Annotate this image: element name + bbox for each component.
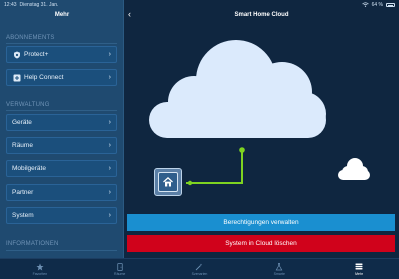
tab-label: Mehr xyxy=(355,271,364,276)
chevron-right-icon: › xyxy=(108,165,111,172)
flask-icon xyxy=(275,262,284,271)
sidebar-item-protect[interactable]: Protect+ › xyxy=(6,46,117,63)
status-bar: 12:43 Dienstag 31. Jan. 64 % xyxy=(0,0,399,10)
sidebar-item-help-connect[interactable]: Help Connect › xyxy=(6,69,117,86)
sidebar-item-geraete[interactable]: Geräte › xyxy=(6,114,117,131)
shield-icon xyxy=(12,50,21,59)
sidebar-item-label: System xyxy=(12,212,34,219)
tab-label: Favoriten xyxy=(32,271,48,276)
chevron-right-icon: › xyxy=(108,142,111,149)
sidebar-item-raeume[interactable]: Räume › xyxy=(6,137,117,154)
sidebar-item-label: Partner xyxy=(12,189,34,196)
sidebar-item-mobilgeraete[interactable]: Mobilgeräte › xyxy=(6,160,117,177)
sidebar-item-label: Protect+ xyxy=(24,51,49,58)
star-icon xyxy=(35,263,44,271)
connector-dot xyxy=(187,180,193,186)
rooms-icon xyxy=(115,262,124,271)
connector-dot xyxy=(239,147,245,153)
cloud-small xyxy=(338,158,370,180)
wifi-icon xyxy=(361,1,369,9)
status-time: 12:43 xyxy=(4,2,17,8)
more-icon xyxy=(355,263,364,271)
manage-permissions-button[interactable]: Berechtigungen verwalten xyxy=(127,214,395,231)
wand-icon xyxy=(195,263,204,271)
section-abonnements: ABONNEMENTS xyxy=(6,35,55,41)
section-informationen: INFORMATIONEN xyxy=(6,241,59,247)
divider xyxy=(6,43,117,44)
chevron-right-icon: › xyxy=(108,189,111,196)
tab-label: Smarte xyxy=(273,271,285,276)
battery-percent: 64 % xyxy=(371,2,383,8)
page-title: Smart Home Cloud xyxy=(234,12,289,18)
tab-label: Szenarien xyxy=(191,271,208,276)
tab-favoriten[interactable]: Favoriten xyxy=(0,259,80,279)
sidebar-item-label: Mobilgeräte xyxy=(12,165,46,172)
divider xyxy=(6,110,117,111)
status-date: Dienstag 31. Jan. xyxy=(19,2,59,8)
sidebar-item-label: Räume xyxy=(12,142,33,149)
cloud-large xyxy=(149,40,326,138)
help-plus-icon xyxy=(12,73,21,82)
tab-smarte[interactable]: Smarte xyxy=(239,259,319,279)
home-icon xyxy=(158,172,178,192)
chevron-right-icon: › xyxy=(108,74,111,81)
chevron-right-icon: › xyxy=(108,212,111,219)
divider xyxy=(6,250,117,251)
sidebar: Mehr ABONNEMENTS Protect+ › Help Connect… xyxy=(0,0,124,258)
chevron-right-icon: › xyxy=(108,119,111,126)
delete-system-cloud-button[interactable]: System in Cloud löschen xyxy=(127,235,395,252)
sidebar-item-system[interactable]: System › xyxy=(6,207,117,224)
tab-bar: Favoriten Räume Szenarien Smarte Mehr xyxy=(0,258,399,279)
sidebar-item-partner[interactable]: Partner › xyxy=(6,184,117,201)
battery-icon xyxy=(386,3,395,7)
sidebar-item-label: Geräte xyxy=(12,119,32,126)
controller-tile xyxy=(154,168,182,196)
sidebar-item-label: Help Connect xyxy=(24,74,64,81)
chevron-right-icon: › xyxy=(108,51,111,58)
section-verwaltung: VERWALTUNG xyxy=(6,102,50,108)
tab-mehr[interactable]: Mehr xyxy=(319,259,399,279)
tab-raeume[interactable]: Räume xyxy=(80,259,160,279)
tab-label: Räume xyxy=(114,271,126,276)
tab-szenarien[interactable]: Szenarien xyxy=(160,259,240,279)
sidebar-title: Mehr xyxy=(54,12,70,18)
connector-line xyxy=(186,150,243,184)
